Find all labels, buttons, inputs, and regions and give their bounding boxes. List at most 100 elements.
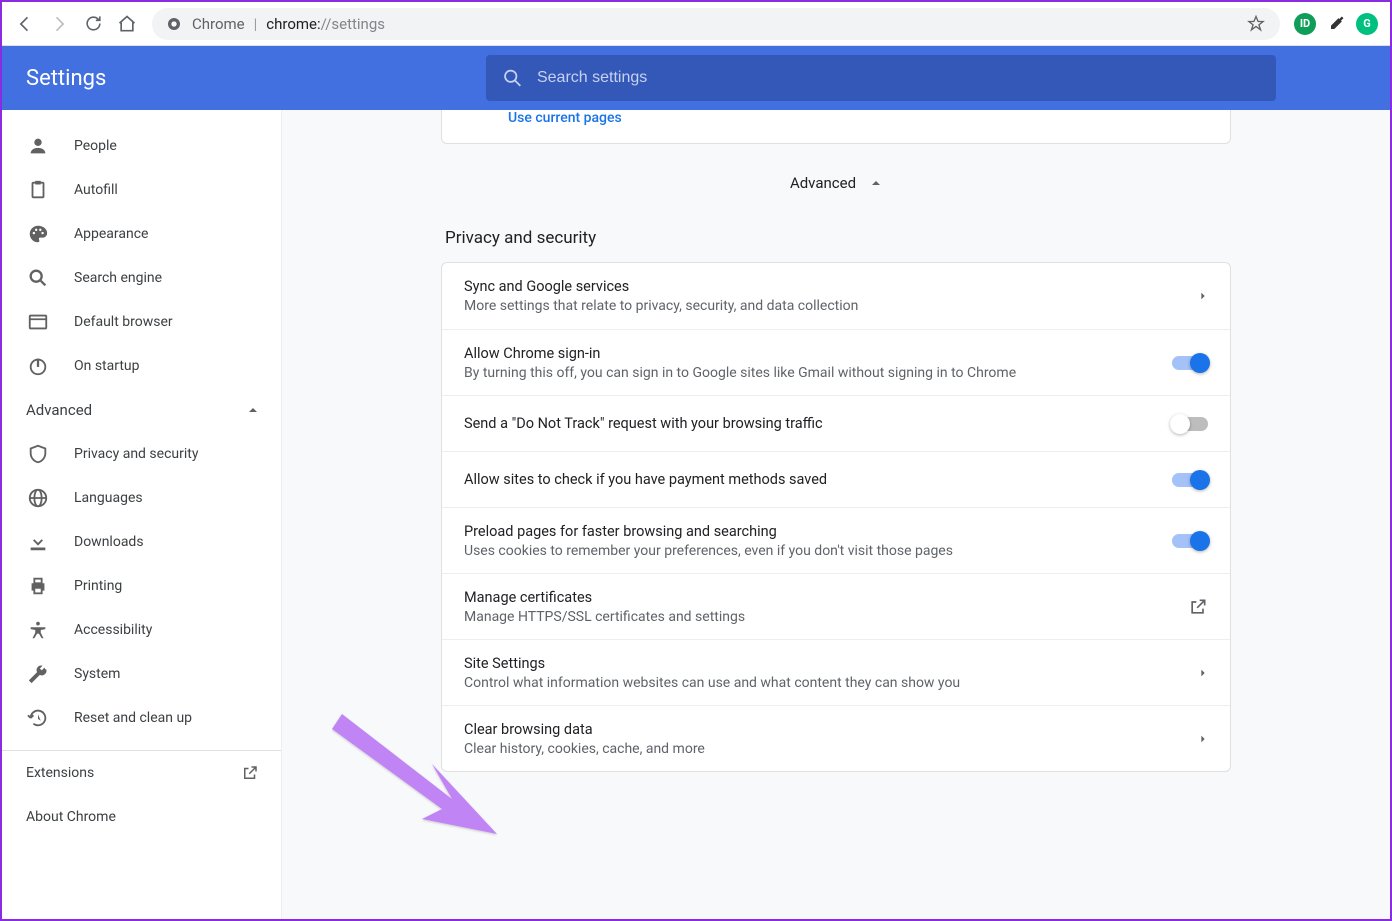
sidebar-item-label: Default browser (74, 314, 173, 330)
row-sync-services[interactable]: Sync and Google services More settings th… (442, 263, 1230, 329)
sidebar-item-label: Appearance (74, 226, 148, 242)
wrench-icon (26, 662, 50, 686)
globe-icon (26, 486, 50, 510)
section-title-privacy: Privacy and security (441, 216, 1231, 262)
back-button[interactable] (8, 7, 42, 41)
url-path: //settings (321, 15, 385, 33)
row-title: Sync and Google services (464, 278, 1182, 295)
toggle-do-not-track[interactable] (1172, 417, 1208, 431)
omnibox-label: Chrome (192, 15, 245, 33)
row-payment-check[interactable]: Allow sites to check if you have payment… (442, 451, 1230, 507)
sidebar-advanced-toggle[interactable]: Advanced (2, 388, 281, 432)
use-current-pages-link[interactable]: Use current pages (508, 110, 622, 126)
shield-icon (26, 442, 50, 466)
row-title: Manage certificates (464, 589, 1172, 606)
sidebar-item-extensions[interactable]: Extensions (2, 751, 281, 795)
download-icon (26, 530, 50, 554)
sidebar-item-system[interactable]: System (2, 652, 281, 696)
sidebar-item-label: Extensions (26, 765, 94, 781)
bookmark-star-icon[interactable] (1246, 14, 1266, 34)
sidebar-item-label: Search engine (74, 270, 162, 286)
sidebar-item-on-startup[interactable]: On startup (2, 344, 281, 388)
row-subtitle: Manage HTTPS/SSL certificates and settin… (464, 609, 1172, 625)
sidebar-item-appearance[interactable]: Appearance (2, 212, 281, 256)
row-do-not-track[interactable]: Send a "Do Not Track" request with your … (442, 395, 1230, 451)
browser-toolbar: Chrome | chrome://settings ID G (2, 2, 1390, 46)
search-input[interactable] (537, 69, 1260, 87)
sidebar-item-label: People (74, 138, 117, 154)
browser-icon (26, 310, 50, 334)
advanced-toggle[interactable]: Advanced (441, 144, 1231, 216)
palette-icon (26, 222, 50, 246)
chrome-icon (166, 16, 182, 32)
row-title: Site Settings (464, 655, 1182, 672)
open-external-icon (1188, 597, 1208, 617)
toggle-chrome-signin[interactable] (1172, 356, 1208, 370)
reload-button[interactable] (76, 7, 110, 41)
printer-icon (26, 574, 50, 598)
sidebar-item-reset[interactable]: Reset and clean up (2, 696, 281, 740)
forward-button[interactable] (42, 7, 76, 41)
sidebar-item-printing[interactable]: Printing (2, 564, 281, 608)
row-clear-browsing-data[interactable]: Clear browsing dataClear history, cookie… (442, 705, 1230, 771)
row-title: Send a "Do Not Track" request with your … (464, 415, 1156, 432)
chevron-right-icon (1198, 666, 1208, 680)
sidebar-item-label: System (74, 666, 120, 682)
sidebar-item-label: On startup (74, 358, 140, 374)
home-button[interactable] (110, 7, 144, 41)
sidebar-item-label: Downloads (74, 534, 144, 550)
row-chrome-signin[interactable]: Allow Chrome sign-in By turning this off,… (442, 329, 1230, 395)
restore-icon (26, 706, 50, 730)
clipboard-icon (26, 178, 50, 202)
row-subtitle: Control what information websites can us… (464, 675, 1182, 691)
chevron-up-icon (870, 177, 882, 189)
row-subtitle: By turning this off, you can sign in to … (464, 365, 1156, 381)
search-settings[interactable] (486, 55, 1276, 101)
row-site-settings[interactable]: Site Settings Control what information we… (442, 639, 1230, 705)
eyedropper-icon[interactable] (1326, 14, 1346, 34)
sidebar-item-privacy[interactable]: Privacy and security (2, 432, 281, 476)
extension-badge-g[interactable]: G (1356, 13, 1378, 35)
row-title: Allow Chrome sign-in (464, 345, 1156, 362)
extension-icons: ID G (1288, 13, 1384, 35)
accessibility-icon (26, 618, 50, 642)
sidebar-item-label: Reset and clean up (74, 710, 192, 726)
main-content: Use current pages Advanced Privacy and s… (282, 110, 1390, 919)
extension-badge-id[interactable]: ID (1294, 13, 1316, 35)
search-icon (502, 67, 523, 89)
sidebar-item-search-engine[interactable]: Search engine (2, 256, 281, 300)
advanced-label: Advanced (790, 174, 856, 192)
toggle-payment-check[interactable] (1172, 473, 1208, 487)
chevron-right-icon (1198, 732, 1208, 746)
chevron-right-icon (1198, 289, 1208, 303)
sidebar-item-about[interactable]: About Chrome (2, 795, 281, 839)
row-preload-pages[interactable]: Preload pages for faster browsing and se… (442, 507, 1230, 573)
toggle-preload-pages[interactable] (1172, 534, 1208, 548)
row-subtitle: More settings that relate to privacy, se… (464, 298, 1182, 314)
sidebar-item-label: Privacy and security (74, 446, 198, 462)
sidebar-item-label: About Chrome (26, 809, 116, 825)
address-bar[interactable]: Chrome | chrome://settings (152, 8, 1280, 40)
startup-card-fragment: Use current pages (441, 110, 1231, 144)
sidebar-item-people[interactable]: People (2, 124, 281, 168)
row-subtitle: Clear history, cookies, cache, and more (464, 741, 1182, 757)
row-title: Allow sites to check if you have payment… (464, 471, 1156, 488)
sidebar-advanced-label: Advanced (26, 401, 92, 419)
power-icon (26, 354, 50, 378)
row-subtitle: Uses cookies to remember your preference… (464, 543, 1156, 559)
sidebar-item-languages[interactable]: Languages (2, 476, 281, 520)
privacy-card: Sync and Google services More settings th… (441, 262, 1231, 772)
sidebar-item-label: Accessibility (74, 622, 152, 638)
sidebar-item-autofill[interactable]: Autofill (2, 168, 281, 212)
sidebar-item-default-browser[interactable]: Default browser (2, 300, 281, 344)
sidebar-item-label: Autofill (74, 182, 118, 198)
row-manage-certificates[interactable]: Manage certificates Manage HTTPS/SSL cert… (442, 573, 1230, 639)
open-external-icon (241, 764, 259, 782)
url-scheme: chrome: (266, 15, 320, 33)
sidebar-item-downloads[interactable]: Downloads (2, 520, 281, 564)
chevron-up-icon (247, 404, 259, 416)
sidebar-item-label: Languages (74, 490, 143, 506)
sidebar-item-accessibility[interactable]: Accessibility (2, 608, 281, 652)
person-icon (26, 134, 50, 158)
sidebar: People Autofill Appearance Search engine… (2, 110, 282, 919)
